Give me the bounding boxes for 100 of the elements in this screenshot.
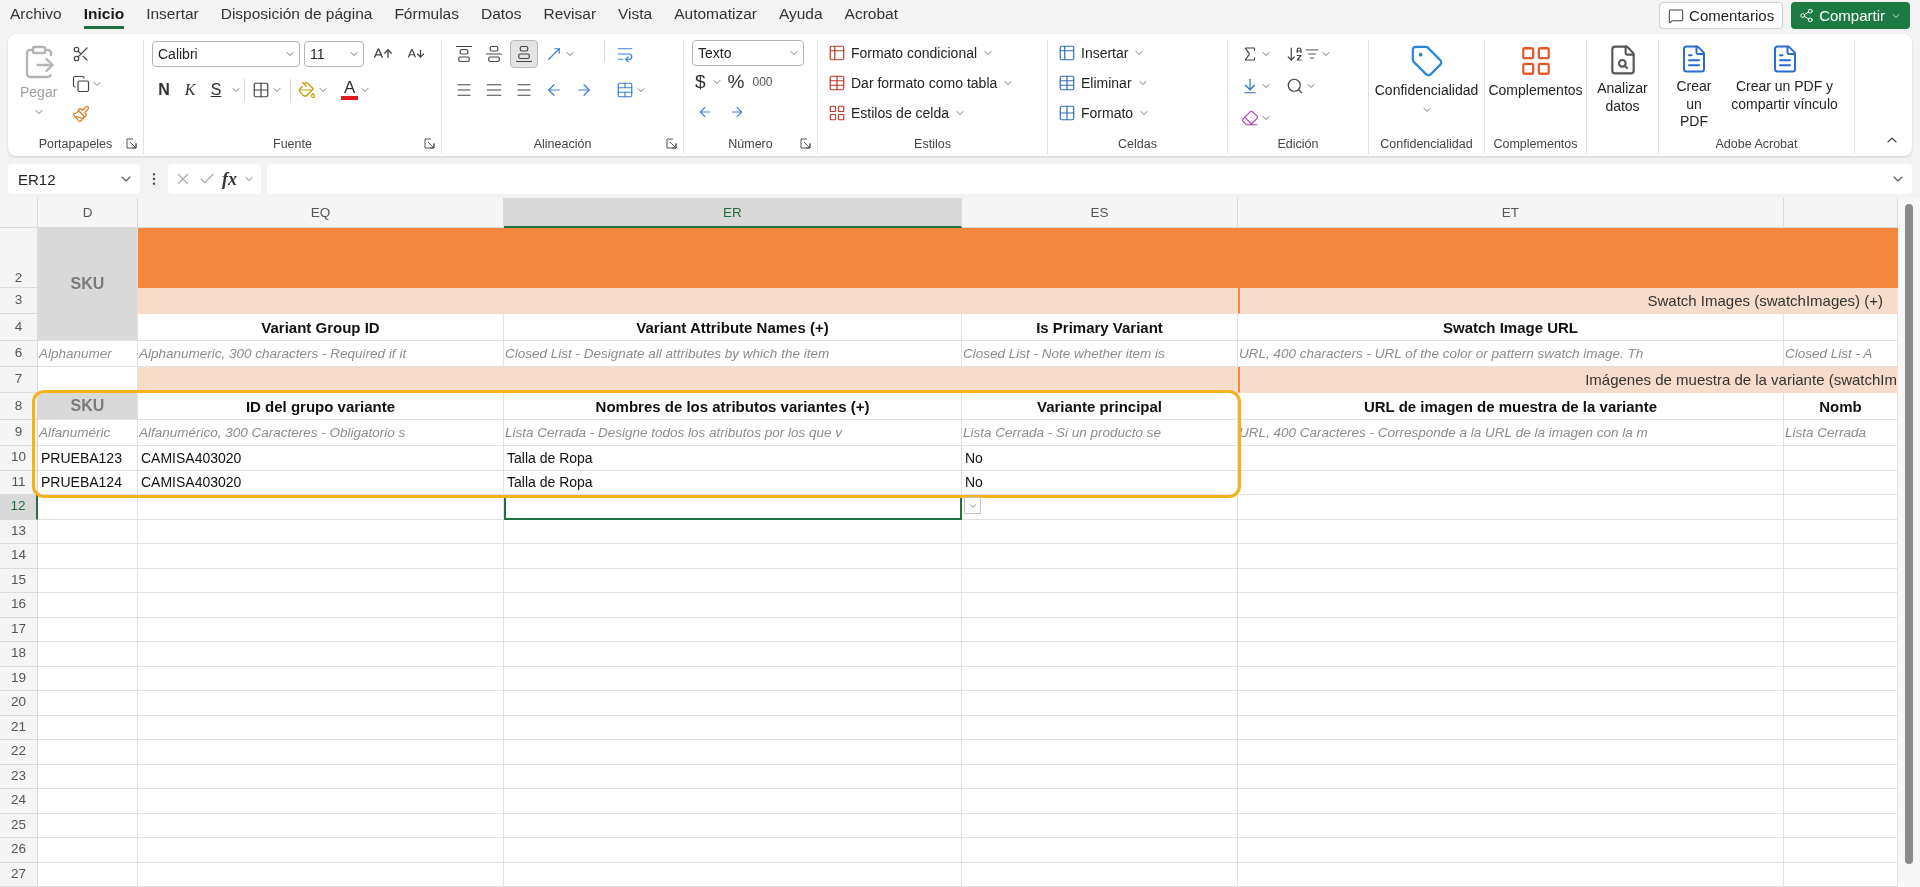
table-cell: PRUEBA124 <box>38 470 138 495</box>
table-cell: Talla de Ropa <box>504 446 962 471</box>
column-heading: SKU <box>38 393 138 420</box>
group-label: Fuente <box>273 137 312 151</box>
paintbrush-icon <box>72 105 91 123</box>
table-cell: Lista Cerrada - Si un producto se <box>962 420 1238 446</box>
comments-button[interactable]: Comentarios <box>1659 2 1784 29</box>
styles-menu-button[interactable]: Formato condicional <box>826 40 1017 66</box>
row-header[interactable]: 19 <box>0 666 38 691</box>
row-header[interactable]: 21 <box>0 715 38 740</box>
table-cell: Lista Cerrada - Designe todos los atributos por los que v <box>504 420 962 446</box>
percent-button[interactable]: % <box>724 68 748 96</box>
row-header[interactable]: 23 <box>0 764 38 789</box>
menu-tab[interactable]: Datos <box>481 2 522 29</box>
menu-tab[interactable]: Ayuda <box>778 2 823 29</box>
group-heading: Imágenes de muestra de la variante (swatchIm <box>1238 367 1898 393</box>
font-color-button[interactable]: A <box>336 76 377 104</box>
row-header[interactable]: 7 <box>0 367 38 393</box>
group-label: Alineación <box>533 137 592 151</box>
create-pdf-button[interactable]: Crear un PDF <box>1667 40 1721 135</box>
number-format-field[interactable]: Texto <box>692 40 804 66</box>
row-header[interactable]: 10 <box>0 446 38 471</box>
cells-menu-button[interactable]: Eliminar <box>1056 70 1153 96</box>
row-header[interactable]: 6 <box>0 341 38 367</box>
font-size-field[interactable]: 11 <box>304 41 364 67</box>
row-header[interactable]: 24 <box>0 789 38 814</box>
cells-menu-button[interactable]: Formato <box>1056 100 1153 126</box>
underline-button[interactable]: S <box>204 76 228 104</box>
menu-tab[interactable]: Revisar <box>543 2 597 29</box>
table-cell: Alphanumer <box>38 341 138 367</box>
row-header[interactable]: 16 <box>0 593 38 618</box>
menu-tab[interactable]: Archivo <box>10 2 62 29</box>
share-icon <box>1799 8 1815 23</box>
column-header[interactable]: D <box>38 198 138 228</box>
sensitivity-button[interactable]: Confidencialidad <box>1370 40 1483 120</box>
column-heading: Variante principal <box>962 393 1238 420</box>
menu-tab[interactable]: Fórmulas <box>394 2 459 29</box>
diagonal-arrow-icon <box>545 45 563 63</box>
table-cell: No <box>962 470 1238 495</box>
styles-menu-button[interactable]: Dar formato como tabla <box>826 70 1017 96</box>
row-header[interactable]: 18 <box>0 642 38 667</box>
column-header[interactable]: ER <box>504 198 962 228</box>
table-cell: No <box>962 446 1238 471</box>
vertical-align-button[interactable] <box>510 40 538 68</box>
italic-button[interactable]: K <box>178 76 202 104</box>
analyze-data-button[interactable]: Analizar datos <box>1593 40 1652 119</box>
row-header[interactable]: 13 <box>0 519 38 544</box>
styles-menu-button[interactable]: Estilos de celda <box>826 100 1017 126</box>
share-button[interactable]: Compartir <box>1791 2 1910 29</box>
column-heading: URL de imagen de muestra de la variante <box>1238 393 1784 420</box>
group-label: Complementos <box>1493 137 1578 151</box>
column-heading: Variant Attribute Names (+) <box>504 314 962 341</box>
copy-icon <box>72 75 91 93</box>
menu-tab[interactable]: Disposición de página <box>220 2 373 29</box>
row-header[interactable]: 22 <box>0 740 38 765</box>
group-label: Portapapeles <box>38 137 113 151</box>
insert-function-button[interactable]: fx <box>222 168 237 190</box>
menu-tab[interactable]: Acrobat <box>844 2 899 29</box>
column-header[interactable]: ES <box>962 198 1238 228</box>
group-heading: Swatch Images (swatchImages) (+) <box>1238 288 1898 314</box>
thousands-button[interactable]: 000 <box>749 68 776 96</box>
name-box[interactable]: ER12 <box>8 164 140 194</box>
row-header[interactable]: 17 <box>0 617 38 642</box>
arrow-right-icon <box>575 81 593 99</box>
create-pdf-button[interactable]: Crear un PDF y compartir vínculo <box>1723 40 1846 117</box>
column-header[interactable]: ET <box>1238 198 1784 228</box>
group-label: Estilos <box>914 137 951 151</box>
menu-tab[interactable]: Inicio <box>83 2 125 29</box>
align-left-icon <box>455 81 473 99</box>
row-header[interactable]: 25 <box>0 813 38 838</box>
filter-icon <box>1305 47 1319 61</box>
formula-field[interactable] <box>267 164 1912 194</box>
currency-button[interactable]: $ <box>692 68 709 96</box>
active-cell[interactable] <box>504 495 962 520</box>
column-heading: ID del grupo variante <box>138 393 504 420</box>
bold-button[interactable]: N <box>152 76 176 104</box>
dialog-launcher-icon[interactable] <box>424 138 435 149</box>
row-header[interactable]: 26 <box>0 838 38 863</box>
menu-tab[interactable]: Vista <box>618 2 653 29</box>
row-header[interactable]: 8 <box>0 393 38 420</box>
column-header[interactable]: EQ <box>138 198 504 228</box>
row-header[interactable]: 15 <box>0 568 38 593</box>
row-header[interactable]: 2 <box>0 228 38 288</box>
row-header[interactable]: 4 <box>0 314 38 341</box>
row-header[interactable]: 27 <box>0 862 38 887</box>
dialog-launcher-icon[interactable] <box>800 138 811 149</box>
menu-tab[interactable]: Automatizar <box>674 2 757 29</box>
font-name-field[interactable]: Calibri <box>152 41 300 67</box>
row-header[interactable]: 12 <box>0 495 38 520</box>
cells-menu-button[interactable]: Insertar <box>1056 40 1153 66</box>
dialog-launcher-icon[interactable] <box>126 138 137 149</box>
row-header[interactable]: 14 <box>0 544 38 569</box>
scrollbar[interactable] <box>1898 198 1920 887</box>
table-cell: SKU <box>38 228 138 341</box>
add-ins-button[interactable]: Complementos <box>1484 40 1587 104</box>
table-icon <box>1058 74 1076 92</box>
menu-tab[interactable]: Insertar <box>146 2 199 29</box>
row-header[interactable]: 3 <box>0 288 38 314</box>
row-header[interactable]: 20 <box>0 691 38 716</box>
dialog-launcher-icon[interactable] <box>666 138 677 149</box>
